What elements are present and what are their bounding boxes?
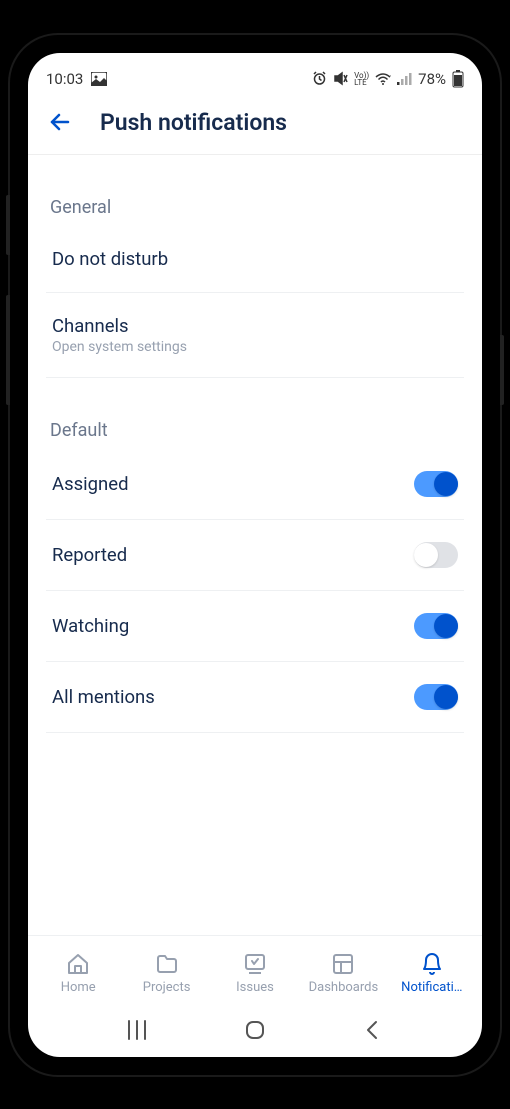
toggle-knob (434, 685, 458, 709)
back-nav-icon (362, 1019, 384, 1041)
toggle-knob (434, 614, 458, 638)
setting-label: Watching (52, 615, 129, 637)
status-time: 10:03 (46, 70, 83, 88)
setting-reported[interactable]: Reported (46, 520, 464, 591)
status-battery-pct: 78% (418, 70, 446, 88)
recent-apps-button[interactable] (126, 1019, 148, 1045)
nav-label: Issues (236, 980, 274, 995)
nav-home[interactable]: Home (34, 952, 122, 995)
toggle-assigned[interactable] (414, 471, 458, 497)
back-button[interactable] (48, 110, 72, 134)
toggle-mentions[interactable] (414, 684, 458, 710)
mute-icon (333, 71, 348, 86)
setting-channels[interactable]: Channels Open system settings (46, 293, 464, 378)
signal-icon (397, 73, 412, 85)
issues-icon (243, 952, 267, 976)
nav-label: Home (61, 980, 96, 995)
folder-icon (155, 952, 179, 976)
nav-notifications[interactable]: Notificati… (388, 952, 476, 995)
nav-issues[interactable]: Issues (211, 952, 299, 995)
setting-label: All mentions (52, 686, 155, 708)
setting-label: Assigned (52, 473, 129, 495)
setting-assigned[interactable]: Assigned (46, 449, 464, 520)
bottom-nav: Home Projects Issues Dashboards Notifica… (28, 935, 482, 1007)
home-icon (66, 952, 90, 976)
toggle-knob (414, 543, 438, 567)
dashboard-icon (331, 952, 355, 976)
arrow-left-icon (48, 110, 72, 134)
bell-icon (420, 952, 444, 976)
screen: 10:03 Vo))LTE + 78% Push notifications G… (28, 53, 482, 1057)
setting-sublabel: Open system settings (52, 339, 187, 355)
setting-label: Do not disturb (52, 248, 168, 270)
page-title: Push notifications (100, 109, 287, 136)
battery-icon (452, 70, 464, 88)
setting-label: Channels (52, 315, 187, 337)
toggle-reported[interactable] (414, 542, 458, 568)
nav-projects[interactable]: Projects (122, 952, 210, 995)
setting-watching[interactable]: Watching (46, 591, 464, 662)
home-nav-icon (243, 1018, 267, 1042)
toggle-knob (434, 472, 458, 496)
nav-label: Notificati… (401, 980, 462, 995)
setting-dnd[interactable]: Do not disturb (46, 226, 464, 293)
nav-dashboards[interactable]: Dashboards (299, 952, 387, 995)
phone-button (500, 335, 504, 405)
phone-frame: 10:03 Vo))LTE + 78% Push notifications G… (10, 35, 500, 1075)
setting-label: Reported (52, 544, 127, 566)
recents-icon (126, 1019, 148, 1041)
back-nav-button[interactable] (362, 1019, 384, 1045)
section-general: General (46, 155, 464, 226)
system-nav (28, 1007, 482, 1057)
phone-button (6, 295, 10, 405)
toggle-watching[interactable] (414, 613, 458, 639)
phone-button (6, 195, 10, 255)
setting-mentions[interactable]: All mentions (46, 662, 464, 733)
alarm-icon (312, 71, 327, 86)
image-icon (91, 72, 107, 86)
status-bar: 10:03 Vo))LTE + 78% (28, 53, 482, 95)
volte-icon: Vo))LTE (354, 72, 369, 86)
nav-label: Dashboards (309, 980, 379, 995)
content: General Do not disturb Channels Open sys… (28, 155, 482, 935)
home-button[interactable] (243, 1018, 267, 1046)
section-default: Default (46, 378, 464, 449)
svg-text:+: + (390, 73, 391, 80)
wifi-icon: + (375, 73, 391, 85)
nav-label: Projects (143, 980, 191, 995)
app-header: Push notifications (28, 95, 482, 155)
